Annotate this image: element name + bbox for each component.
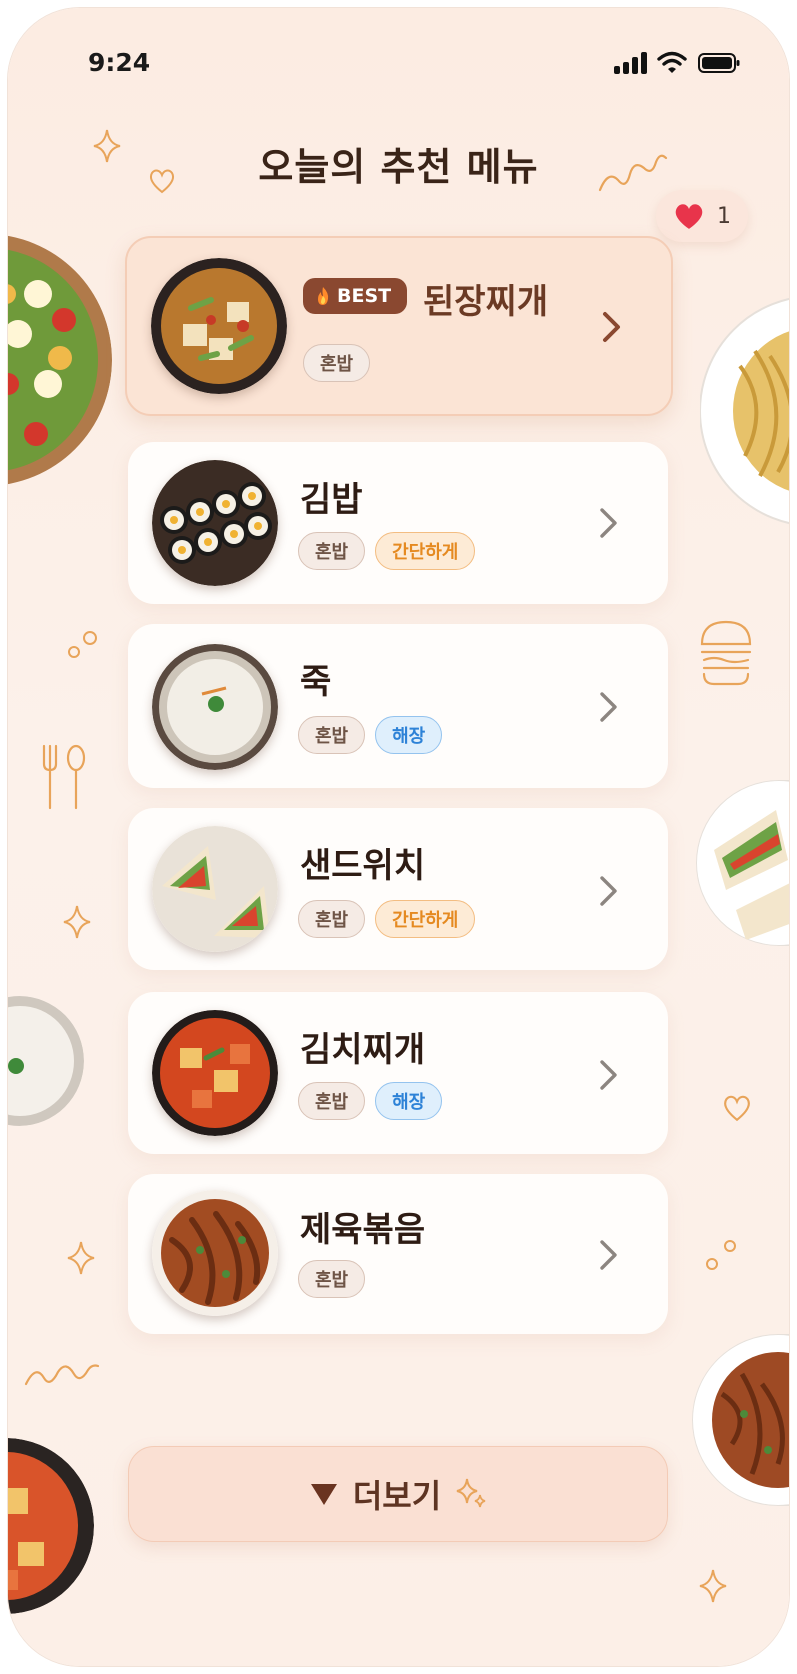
tag-list: 혼밥 해장: [298, 716, 443, 754]
porridge-image: [152, 644, 278, 770]
tag-chip: 혼밥: [298, 1260, 366, 1298]
tag-chip: 간단하게: [375, 900, 476, 938]
menu-card-gimbap[interactable]: 김밥 혼밥 간단하게: [128, 442, 668, 604]
dish-name: 샌드위치: [300, 846, 426, 886]
porridge-bowl-image: [8, 996, 84, 1126]
sparkle-icon: [699, 1569, 727, 1603]
cellular-signal-icon: [614, 52, 648, 74]
burger-doodle-icon: [700, 620, 752, 686]
menu-card-kimchi-stew[interactable]: 김치찌개 혼밥 해장: [128, 992, 668, 1154]
tag-list: 혼밥 간단하게: [298, 900, 476, 938]
tag-chip: 혼밥: [298, 532, 366, 570]
stir-fry-plate-image: [692, 1334, 789, 1506]
tag-list: 혼밥 해장: [298, 1082, 443, 1120]
dish-name: 죽: [300, 662, 332, 702]
dish-name: 김치찌개: [300, 1030, 426, 1070]
menu-card-porridge[interactable]: 죽 혼밥 해장: [128, 624, 668, 788]
best-label: BEST: [337, 285, 392, 307]
sparkle-icon: [456, 1478, 486, 1508]
tag-chip: 해장: [375, 1082, 443, 1120]
chevron-right-icon: [600, 1060, 617, 1090]
tag-list: 혼밥 간단하게: [298, 532, 476, 570]
dish-name: 제육볶음: [300, 1210, 426, 1250]
tag-chip: 혼밥: [298, 900, 366, 938]
tag-chip: 혼밥: [303, 344, 371, 382]
jeyuk-bokkeum-image: [152, 1190, 278, 1316]
bubbles-doodle-icon: [68, 631, 97, 658]
menu-card-jeyuk-bokkeum[interactable]: 제육볶음 혼밥: [128, 1174, 668, 1334]
tag-chip: 해장: [375, 716, 443, 754]
fire-icon: [318, 287, 329, 305]
menu-card-sandwich[interactable]: 샌드위치 혼밥 간단하게: [128, 808, 668, 970]
gimbap-image: [152, 460, 278, 586]
tag-list: 혼밥: [303, 344, 371, 382]
sandwich-plate-image: [696, 780, 789, 946]
heart-icon: [675, 204, 703, 229]
fork-spoon-icon: [42, 744, 86, 810]
dish-thumbnail: [152, 644, 278, 770]
status-bar: 9:24: [8, 8, 789, 108]
sparkle-icon: [63, 905, 91, 939]
kimchi-stew-image: [152, 1010, 278, 1136]
chevron-right-icon: [600, 1240, 617, 1270]
squiggle-doodle-icon: [24, 1364, 100, 1386]
kimchi-pot-image: [8, 1438, 94, 1614]
dish-thumbnail: [152, 826, 278, 952]
pasta-plate-image: [700, 297, 789, 525]
menu-card-doenjang-stew[interactable]: BEST 된장찌개 혼밥: [125, 236, 673, 416]
dish-thumbnail: [152, 1190, 278, 1316]
like-count: 1: [717, 203, 731, 229]
status-time: 9:24: [88, 48, 151, 77]
wifi-icon: [657, 51, 687, 73]
chevron-right-icon: [600, 876, 617, 906]
dish-name: 김밥: [300, 480, 363, 520]
dish-thumbnail: [151, 258, 287, 394]
best-badge: BEST: [303, 278, 408, 314]
sparkle-icon: [67, 1241, 95, 1275]
chevron-right-icon: [603, 312, 620, 342]
battery-icon: [698, 53, 740, 73]
tag-chip: 혼밥: [298, 716, 366, 754]
chevron-right-icon: [600, 692, 617, 722]
dish-name: 된장찌개: [423, 282, 549, 322]
bubbles-doodle-icon: [706, 1240, 736, 1270]
salad-bowl-image: [8, 235, 112, 485]
sandwich-image: [152, 826, 278, 952]
dish-thumbnail: [152, 1010, 278, 1136]
load-more-label: 더보기: [352, 1477, 442, 1515]
tag-chip: 간단하게: [375, 532, 476, 570]
page-title: 오늘의 추천 메뉴: [258, 145, 539, 189]
triangle-down-icon: [310, 1484, 337, 1505]
chevron-right-icon: [600, 508, 617, 538]
like-counter[interactable]: 1: [656, 190, 748, 242]
heart-doodle-icon: [724, 1095, 750, 1122]
load-more-button[interactable]: 더보기: [128, 1446, 668, 1542]
tag-list: 혼밥: [298, 1260, 366, 1298]
dish-thumbnail: [152, 460, 278, 586]
phone-screen: 9:24 오늘의 추천 메뉴 1 BEST 된장찌개 혼밥 김밥 혼밥 간단하게…: [8, 8, 789, 1666]
doenjang-stew-image: [151, 258, 287, 394]
tag-chip: 혼밥: [298, 1082, 366, 1120]
